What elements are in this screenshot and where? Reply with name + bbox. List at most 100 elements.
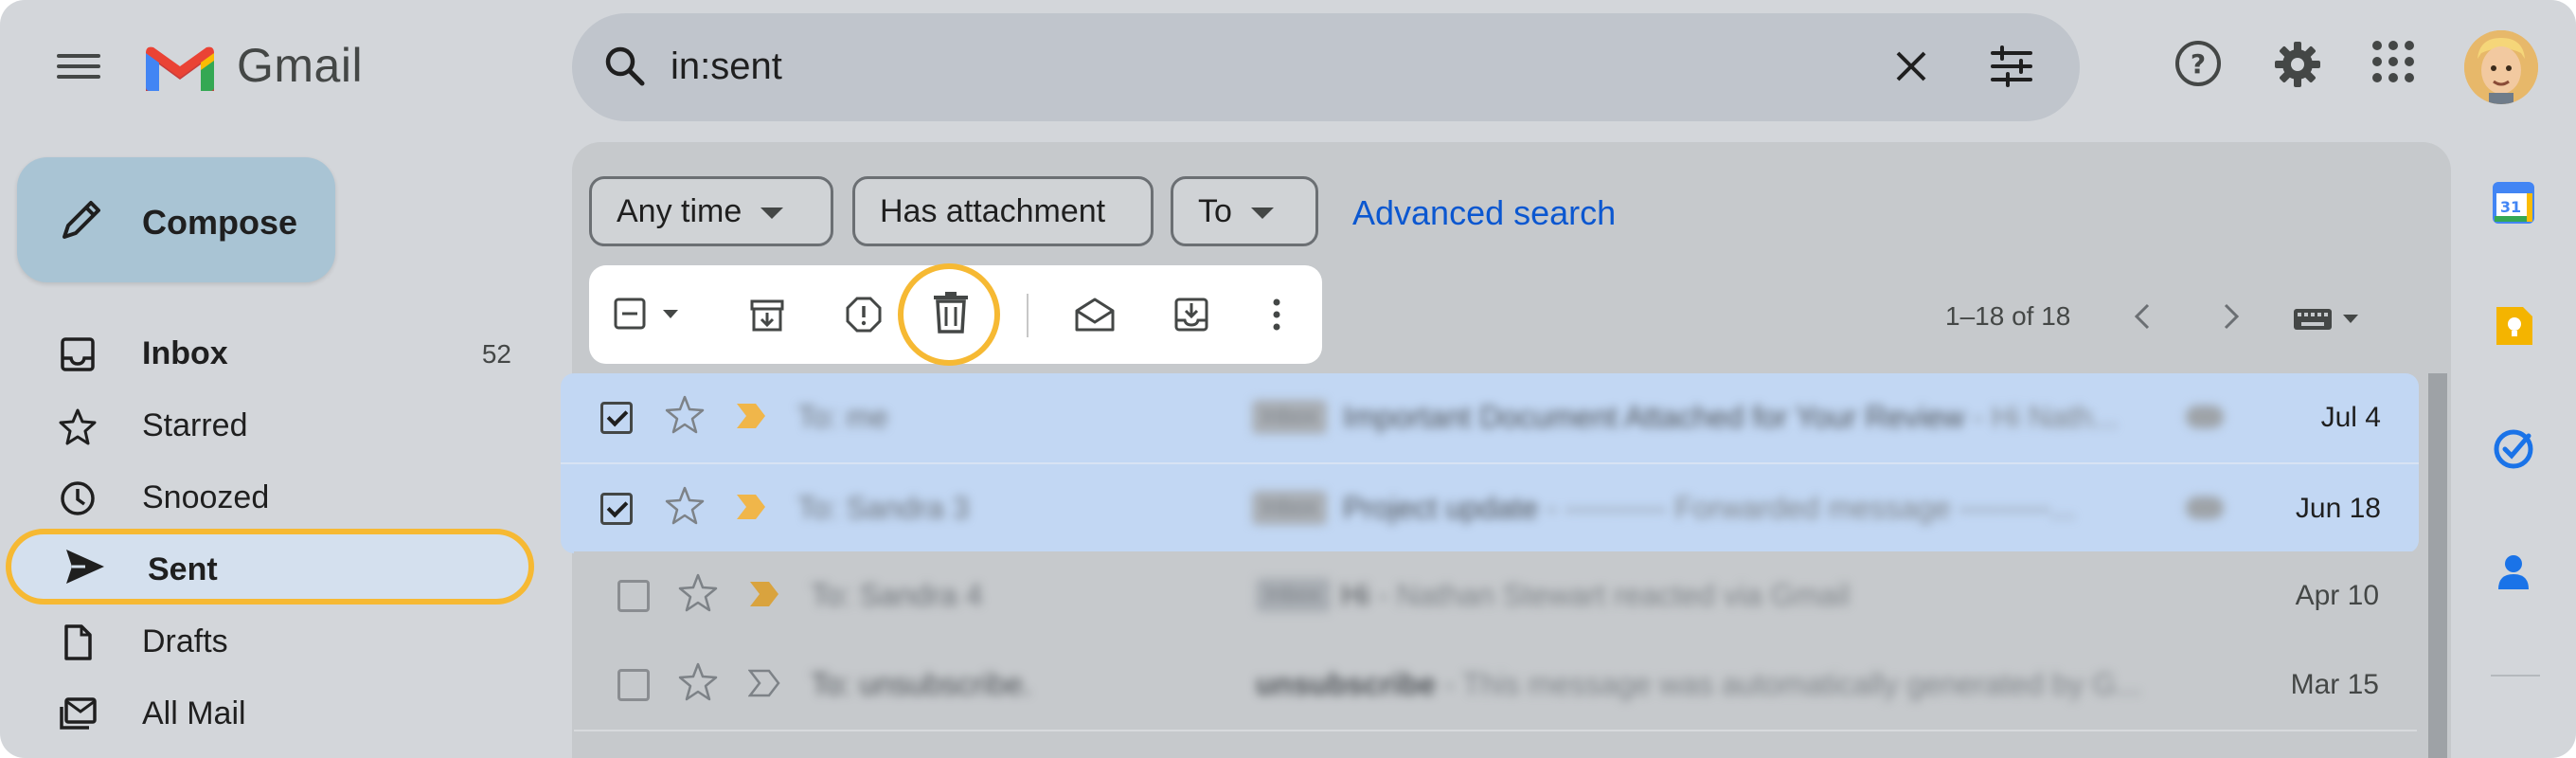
email-date: Jul 4 (2320, 402, 2381, 433)
settings-gear-icon[interactable] (2271, 38, 2324, 96)
compose-button[interactable]: Compose (17, 157, 335, 282)
keep-notes-icon[interactable] (2491, 303, 2536, 353)
email-row[interactable]: To: Sandra 4 Inbox Hi - Nathan Stewart r… (574, 551, 2417, 642)
row-checkbox[interactable] (617, 669, 650, 701)
star-toggle-icon[interactable] (678, 572, 718, 617)
email-subject: Hi - Nathan Stewart reacted via Gmail (1341, 578, 1850, 613)
pagination-range: 1–18 of 18 (1945, 301, 2071, 331)
email-sender: To: Sandra 4 (811, 578, 983, 612)
main-menu-button[interactable] (57, 47, 100, 87)
all-mail-icon (59, 695, 98, 738)
email-subject-text: Project update (1343, 491, 1539, 525)
toolbar-divider (1027, 294, 1029, 337)
older-page-chevron-icon[interactable] (2131, 299, 2154, 338)
sidebar-item-label: Sent (148, 551, 218, 587)
sidebar-item-drafts[interactable]: Drafts (0, 606, 530, 677)
email-sender: To: unsubscribe. (811, 667, 1032, 701)
contacts-icon[interactable] (2491, 550, 2536, 600)
email-snippet: - Hi Nath... (1964, 400, 2119, 434)
report-spam-icon[interactable] (845, 296, 883, 338)
svg-text:?: ? (2191, 48, 2206, 80)
mark-as-read-icon[interactable] (1074, 296, 1116, 338)
email-snippet: - This message was automatically generat… (1436, 667, 2141, 701)
app-name: Gmail (237, 39, 364, 92)
email-date: Apr 10 (2295, 580, 2379, 611)
email-subject: Important Document Attached for Your Rev… (1343, 400, 2118, 435)
chip-label: Any time (617, 193, 742, 229)
filter-has-attachment[interactable]: Has attachment (852, 176, 1154, 246)
more-options-icon[interactable] (1269, 296, 1284, 338)
email-label-tag: Inbox (1256, 578, 1331, 612)
row-checkbox[interactable] (600, 402, 633, 434)
star-toggle-icon[interactable] (678, 661, 718, 706)
account-avatar[interactable] (2464, 30, 2538, 104)
advanced-search-link[interactable]: Advanced search (1352, 193, 1616, 233)
apps-grid-icon[interactable] (2370, 38, 2417, 90)
email-label-tag: Inbox (1252, 400, 1327, 434)
email-row[interactable]: To: me Inbox Important Document Attached… (561, 373, 2419, 462)
send-icon (64, 548, 106, 590)
move-to-inbox-icon[interactable] (1172, 296, 1210, 338)
dropdown-caret-icon (1250, 208, 1274, 220)
email-date: Mar 15 (2290, 669, 2379, 700)
search-input[interactable]: in:sent (671, 45, 782, 88)
email-snippet: - ---------- Forwarded message ---------… (1538, 491, 2076, 525)
clear-search-icon[interactable] (1888, 44, 1934, 94)
star-toggle-icon[interactable] (665, 394, 705, 439)
message-list-scrollbar[interactable] (2428, 373, 2447, 758)
sidebar-item-sent[interactable]: Sent (6, 529, 534, 605)
gmail-window: Gmail in:sent ? Compose Inbox 52 Starred… (0, 0, 2576, 758)
bulk-actions-toolbar (589, 263, 1322, 366)
draft-icon (59, 623, 97, 666)
email-row[interactable]: To: unsubscribe. unsubscribe - This mess… (574, 641, 2417, 731)
importance-marker-icon[interactable] (748, 580, 780, 613)
importance-marker-icon[interactable] (735, 402, 767, 435)
svg-text:31: 31 (2500, 198, 2521, 216)
email-subject: Project update - ---------- Forwarded me… (1343, 491, 2075, 526)
email-subject-text: Hi (1341, 578, 1370, 612)
email-row[interactable]: To: Sandra 3 Inbox Project update - ----… (561, 462, 2419, 553)
search-options-icon[interactable] (1987, 42, 2036, 96)
sidebar-item-label: Drafts (142, 623, 228, 659)
help-icon[interactable]: ? (2173, 38, 2224, 94)
importance-marker-icon[interactable] (747, 669, 780, 702)
delete-highlight-ring (898, 263, 1000, 366)
email-subject-text: Important Document Attached for Your Rev… (1343, 400, 1965, 434)
sidebar-item-starred[interactable]: Starred (0, 390, 530, 460)
archive-icon[interactable] (748, 296, 786, 338)
clock-icon (59, 479, 97, 522)
newer-page-chevron-icon[interactable] (2220, 299, 2243, 338)
sidebar-item-label: Inbox (142, 335, 228, 371)
email-label-tag: Inbox (1252, 491, 1327, 525)
chip-label: Has attachment (880, 193, 1106, 229)
attachment-chip-icon (2186, 406, 2224, 428)
email-date: Jun 18 (2295, 493, 2381, 524)
inbox-unread-count: 52 (481, 339, 511, 369)
sidebar-item-label: All Mail (142, 695, 246, 731)
row-checkbox[interactable] (600, 493, 633, 525)
select-all-checkbox[interactable] (614, 296, 680, 338)
sidebar-item-snoozed[interactable]: Snoozed (0, 462, 530, 532)
filter-any-time[interactable]: Any time (589, 176, 833, 246)
attachment-chip-icon (2186, 496, 2224, 519)
star-toggle-icon[interactable] (665, 485, 705, 530)
email-sender: To: Sandra 3 (797, 491, 970, 525)
email-snippet: - Nathan Stewart reacted via Gmail (1369, 578, 1851, 612)
chip-label: To (1198, 193, 1232, 229)
rail-divider (2491, 675, 2540, 677)
tasks-icon[interactable] (2491, 426, 2536, 477)
email-subject: unsubscribe - This message was automatic… (1256, 667, 2141, 702)
search-icon[interactable] (602, 44, 648, 94)
row-checkbox[interactable] (617, 580, 650, 612)
calendar-icon[interactable]: 31 (2491, 180, 2536, 230)
gmail-logo-icon[interactable] (142, 42, 218, 99)
sidebar-item-inbox[interactable]: Inbox 52 (0, 318, 530, 388)
search-bar[interactable]: in:sent (572, 13, 2080, 121)
importance-marker-icon[interactable] (735, 493, 767, 526)
inbox-icon (59, 335, 97, 378)
pencil-icon (55, 193, 108, 251)
filter-to[interactable]: To (1171, 176, 1318, 246)
input-tools-keyboard-icon[interactable] (2292, 305, 2364, 336)
sidebar-item-all-mail[interactable]: All Mail (0, 678, 530, 749)
dropdown-caret-icon (760, 208, 784, 220)
